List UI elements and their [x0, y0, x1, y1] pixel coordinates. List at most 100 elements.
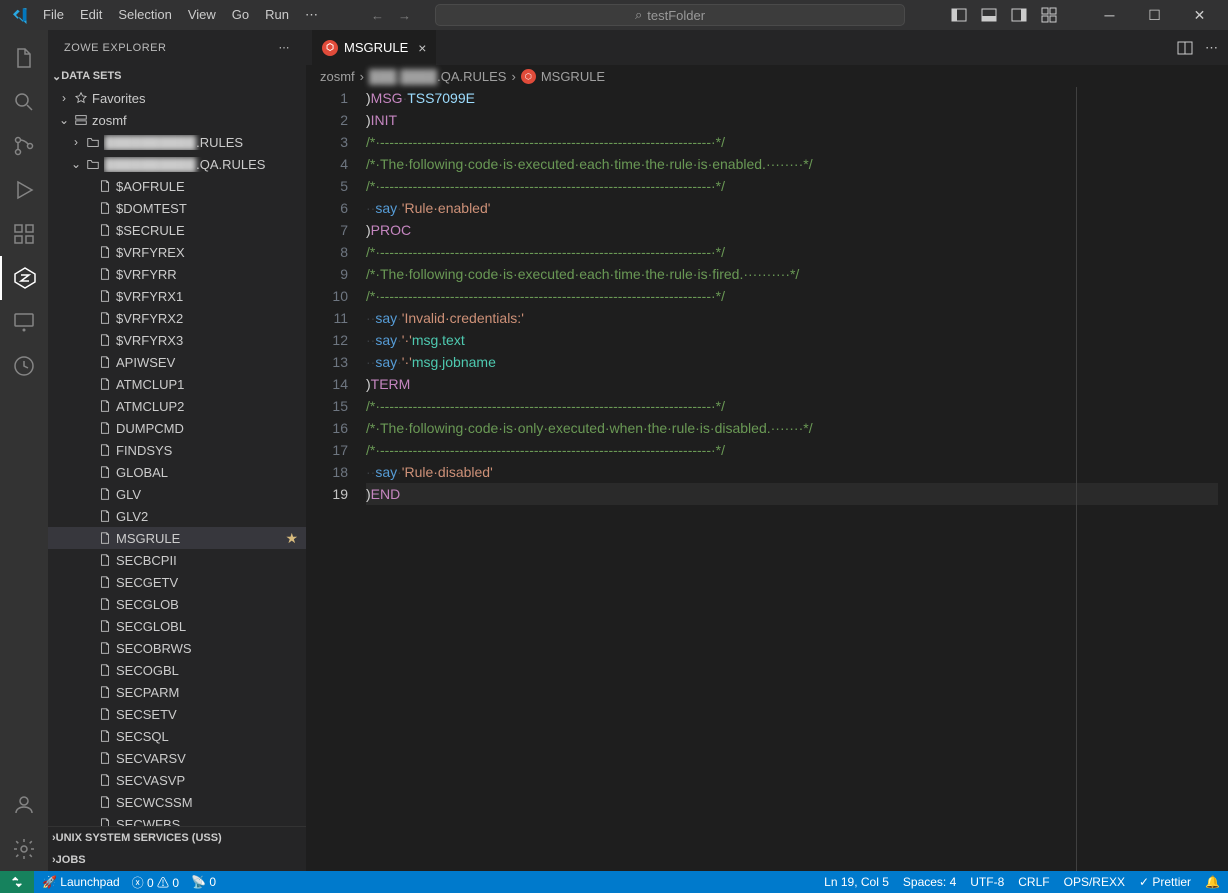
- tree-member[interactable]: GLV2: [48, 505, 306, 527]
- window-minimize[interactable]: ─: [1087, 0, 1132, 30]
- activity-timeline-icon[interactable]: [0, 344, 48, 388]
- activity-settings-icon[interactable]: [0, 827, 48, 871]
- file-type-icon: ⬡: [521, 69, 536, 84]
- chevron-down-icon: ⌄: [52, 70, 61, 83]
- remote-indicator[interactable]: [0, 871, 34, 893]
- tree-favorites[interactable]: ›Favorites: [48, 87, 306, 109]
- tree-item-label: SECSETV: [116, 707, 306, 722]
- code-content[interactable]: )MSG·TSS7099E)INIT/*·-------------------…: [366, 87, 1228, 871]
- search-icon: ⌕: [635, 7, 642, 23]
- more-actions-icon[interactable]: ⋯: [1205, 40, 1218, 56]
- tree-item-label: SECSQL: [116, 729, 306, 744]
- editor-tabs: ⬡ MSGRULE × ⋯: [306, 30, 1228, 65]
- status-indentation[interactable]: Spaces: 4: [903, 875, 956, 889]
- tree-member[interactable]: SECWCSSM: [48, 791, 306, 813]
- status-prettier[interactable]: ✓ Prettier: [1139, 875, 1191, 889]
- status-notifications-icon[interactable]: 🔔: [1205, 875, 1220, 889]
- status-ports[interactable]: 📡 0: [191, 875, 216, 889]
- tree-member[interactable]: SECBCPII: [48, 549, 306, 571]
- split-editor-icon[interactable]: [1177, 40, 1193, 56]
- file-icon: [96, 817, 114, 826]
- code-editor[interactable]: 12345678910111213141516171819 )MSG·TSS70…: [306, 87, 1228, 871]
- activity-remote-icon[interactable]: [0, 300, 48, 344]
- window-maximize[interactable]: ☐: [1132, 0, 1177, 30]
- tab-msgrule[interactable]: ⬡ MSGRULE ×: [312, 30, 437, 65]
- activity-accounts-icon[interactable]: [0, 783, 48, 827]
- tree-member[interactable]: SECGLOBL: [48, 615, 306, 637]
- activity-run-debug-icon[interactable]: [0, 168, 48, 212]
- section-datasets[interactable]: ⌄ DATA SETS: [48, 65, 306, 87]
- tree-member[interactable]: SECSETV: [48, 703, 306, 725]
- customize-layout-icon[interactable]: [1041, 7, 1057, 23]
- tree-member[interactable]: SECGETV: [48, 571, 306, 593]
- tree-member[interactable]: SECGLOB: [48, 593, 306, 615]
- activity-zowe-icon[interactable]: [0, 256, 48, 300]
- tree-member[interactable]: $VRFYRX3: [48, 329, 306, 351]
- tree-member[interactable]: SECWFBS: [48, 813, 306, 826]
- tree-member[interactable]: SECVASVP: [48, 769, 306, 791]
- tree-member[interactable]: SECPARM: [48, 681, 306, 703]
- section-uss[interactable]: › UNIX SYSTEM SERVICES (USS): [48, 827, 306, 849]
- activity-extensions-icon[interactable]: [0, 212, 48, 256]
- sidebar-more-icon[interactable]: ⋯: [279, 41, 291, 54]
- tree-member[interactable]: GLOBAL: [48, 461, 306, 483]
- vscode-icon: [10, 6, 28, 24]
- status-launchpad[interactable]: 🚀 Launchpad: [42, 875, 120, 889]
- menu-run[interactable]: Run: [258, 3, 296, 27]
- tree-member[interactable]: $VRFYREX: [48, 241, 306, 263]
- layout-secondary-sidebar-icon[interactable]: [1011, 7, 1027, 23]
- nav-back-icon[interactable]: ←: [371, 8, 384, 23]
- tree-member[interactable]: FINDSYS: [48, 439, 306, 461]
- layout-panel-icon[interactable]: [981, 7, 997, 23]
- tree-member[interactable]: $AOFRULE: [48, 175, 306, 197]
- file-icon: [96, 663, 114, 677]
- tree-folder[interactable]: ⌄██████████.QA.RULES: [48, 153, 306, 175]
- breadcrumb-item[interactable]: ███.████.QA.RULES: [369, 69, 506, 84]
- menu-edit[interactable]: Edit: [73, 3, 109, 27]
- section-jobs[interactable]: › JOBS: [48, 849, 306, 871]
- tree-folder[interactable]: ›██████████.RULES: [48, 131, 306, 153]
- tree-item-label: SECGETV: [116, 575, 306, 590]
- star-icon: [72, 91, 90, 105]
- status-cursor-position[interactable]: Ln 19, Col 5: [824, 875, 889, 889]
- tree-member[interactable]: ATMCLUP2: [48, 395, 306, 417]
- breadcrumb-item[interactable]: MSGRULE: [541, 69, 605, 84]
- status-problems[interactable]: ⓧ 0 ⚠ 0: [132, 874, 179, 891]
- layout-primary-sidebar-icon[interactable]: [951, 7, 967, 23]
- menu-selection[interactable]: Selection: [111, 3, 178, 27]
- status-encoding[interactable]: UTF-8: [970, 875, 1004, 889]
- tree-profile[interactable]: ⌄zosmf: [48, 109, 306, 131]
- status-language[interactable]: OPS/REXX: [1064, 875, 1125, 889]
- tree-member[interactable]: ATMCLUP1: [48, 373, 306, 395]
- close-icon[interactable]: ×: [418, 40, 426, 56]
- activity-search-icon[interactable]: [0, 80, 48, 124]
- tree-member[interactable]: SECSQL: [48, 725, 306, 747]
- activity-bar: [0, 30, 48, 871]
- file-icon: [96, 399, 114, 413]
- nav-forward-icon[interactable]: →: [398, 8, 411, 23]
- status-eol[interactable]: CRLF: [1018, 875, 1049, 889]
- menu-file[interactable]: File: [36, 3, 71, 27]
- tree-member[interactable]: $VRFYRX2: [48, 307, 306, 329]
- tree-member[interactable]: $SECRULE: [48, 219, 306, 241]
- breadcrumbs[interactable]: zosmf › ███.████.QA.RULES › ⬡ MSGRULE: [306, 65, 1228, 87]
- menu-view[interactable]: View: [181, 3, 223, 27]
- menu-go[interactable]: Go: [225, 3, 256, 27]
- tree-member[interactable]: APIWSEV: [48, 351, 306, 373]
- activity-explorer-icon[interactable]: [0, 36, 48, 80]
- file-icon: [96, 465, 114, 479]
- tree-member[interactable]: GLV: [48, 483, 306, 505]
- window-close[interactable]: ✕: [1177, 0, 1222, 30]
- tree-member[interactable]: $DOMTEST: [48, 197, 306, 219]
- breadcrumb-item[interactable]: zosmf: [320, 69, 355, 84]
- tree-member[interactable]: SECOGBL: [48, 659, 306, 681]
- menu-more[interactable]: ⋯: [298, 3, 325, 27]
- tree-member[interactable]: SECOBRWS: [48, 637, 306, 659]
- command-center[interactable]: ⌕ testFolder: [435, 4, 905, 26]
- tree-member[interactable]: $VRFYRR: [48, 263, 306, 285]
- tree-member[interactable]: DUMPCMD: [48, 417, 306, 439]
- tree-member[interactable]: $VRFYRX1: [48, 285, 306, 307]
- tree-member[interactable]: MSGRULE★: [48, 527, 306, 549]
- activity-source-control-icon[interactable]: [0, 124, 48, 168]
- tree-member[interactable]: SECVARSV: [48, 747, 306, 769]
